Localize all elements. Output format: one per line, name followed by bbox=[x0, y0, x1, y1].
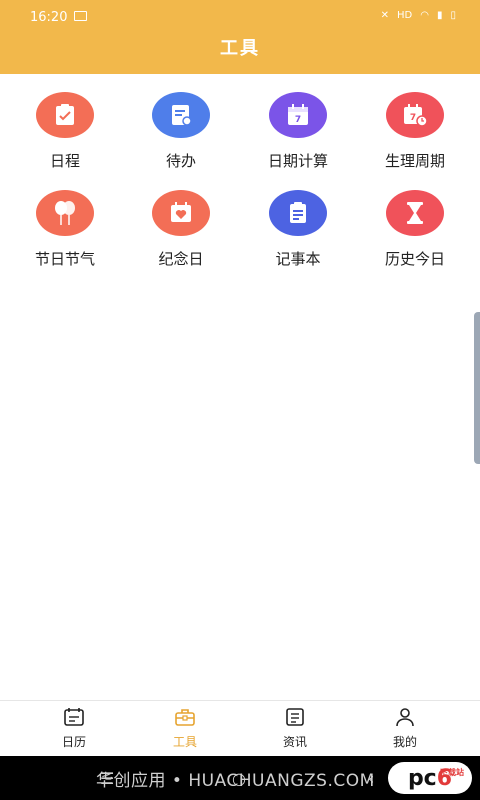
toolbox-icon bbox=[125, 707, 245, 727]
status-time: 16:20 bbox=[30, 10, 68, 25]
signal-icon: ▮ bbox=[436, 10, 443, 21]
svg-text:7: 7 bbox=[295, 115, 301, 125]
status-bar: 16:20 ✕ HD ◠ ▮ ▯ bbox=[0, 0, 480, 34]
svg-text:7: 7 bbox=[410, 113, 416, 123]
tool-label: 节日节气 bbox=[34, 250, 95, 268]
hourglass-icon bbox=[386, 190, 444, 236]
tool-schedule[interactable]: 日程 bbox=[5, 92, 125, 171]
calendar-icon bbox=[14, 707, 134, 727]
bottom-tab-bar: 日历 工具 资讯 我的 bbox=[0, 700, 480, 757]
note-pencil-icon bbox=[152, 92, 210, 138]
tool-label: 历史今日 bbox=[384, 250, 445, 268]
tool-date-calc[interactable]: 7 日期计算 bbox=[238, 92, 358, 171]
tab-label: 日历 bbox=[61, 735, 86, 749]
page-title: 工具 bbox=[220, 38, 260, 59]
tool-period[interactable]: 7 生理周期 bbox=[355, 92, 475, 171]
tab-calendar[interactable]: 日历 bbox=[14, 707, 134, 750]
tool-todo[interactable]: 待办 bbox=[121, 92, 241, 171]
wifi-icon: ◠ bbox=[420, 10, 429, 21]
clipboard-check-icon bbox=[36, 92, 94, 138]
tool-label: 记事本 bbox=[275, 250, 321, 268]
logo-prefix: pc bbox=[407, 765, 437, 791]
gallery-icon bbox=[74, 11, 87, 21]
tool-festivals[interactable]: 节日节气 bbox=[5, 190, 125, 269]
app-header: 16:20 ✕ HD ◠ ▮ ▯ 工具 bbox=[0, 0, 480, 74]
tool-history-today[interactable]: 历史今日 bbox=[355, 190, 475, 269]
clipboard-list-icon bbox=[269, 190, 327, 236]
tool-notebook[interactable]: 记事本 bbox=[238, 190, 358, 269]
status-indicators: ✕ HD ◠ ▮ ▯ bbox=[381, 10, 456, 21]
logo-small-text: 下载站 bbox=[440, 768, 464, 777]
tab-label: 工具 bbox=[172, 735, 197, 749]
tab-profile[interactable]: 我的 bbox=[345, 707, 465, 750]
tab-news[interactable]: 资讯 bbox=[235, 707, 355, 750]
side-drawer-handle[interactable] bbox=[474, 312, 480, 464]
tool-label: 纪念日 bbox=[158, 250, 204, 268]
tool-label: 生理周期 bbox=[384, 152, 445, 170]
tool-anniversary[interactable]: 纪念日 bbox=[121, 190, 241, 269]
nav-watermark: 华创应用 • HUACHUANGZS.COM bbox=[96, 771, 375, 791]
hd-indicator: HD bbox=[397, 10, 413, 21]
tab-tools[interactable]: 工具 bbox=[125, 707, 245, 750]
calendar-clock-icon: 7 bbox=[386, 92, 444, 138]
user-icon bbox=[345, 707, 465, 727]
tool-label: 待办 bbox=[165, 152, 196, 170]
tab-label: 资讯 bbox=[282, 735, 307, 749]
pc6-logo: pc 6 下载站 bbox=[388, 762, 472, 794]
battery-icon: ▯ bbox=[450, 10, 456, 21]
heart-calendar-icon bbox=[152, 190, 210, 236]
balloons-icon bbox=[36, 190, 94, 236]
mute-icon: ✕ bbox=[380, 10, 389, 21]
tool-label: 日程 bbox=[49, 152, 80, 170]
calendar-7-icon: 7 bbox=[269, 92, 327, 138]
tab-label: 我的 bbox=[392, 735, 417, 749]
system-nav-bar: ☰ ○ ‹ 华创应用 • HUACHUANGZS.COM pc 6 下载站 bbox=[0, 756, 480, 800]
tool-label: 日期计算 bbox=[267, 152, 328, 170]
news-icon bbox=[235, 707, 355, 727]
